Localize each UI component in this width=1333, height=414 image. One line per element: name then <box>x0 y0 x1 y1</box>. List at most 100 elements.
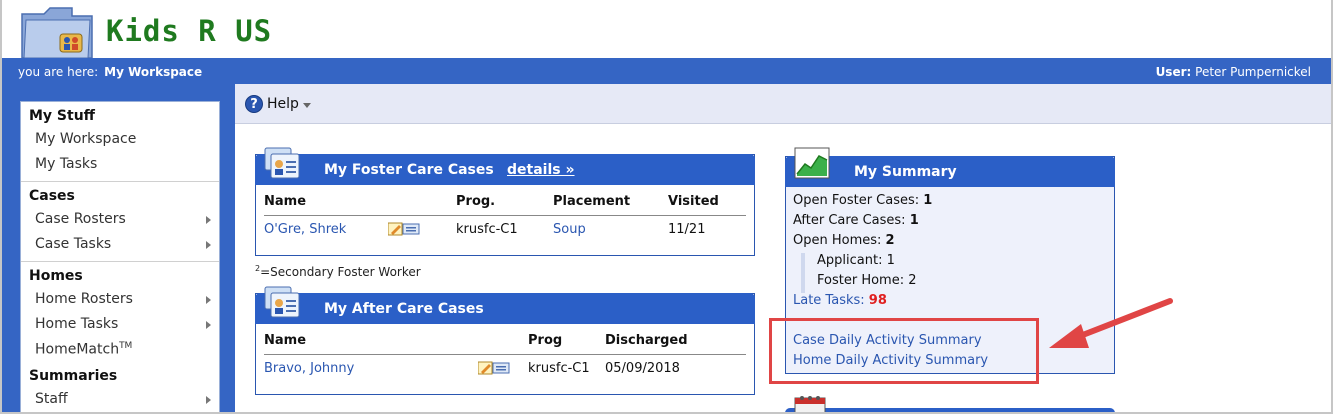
case-cards-icon <box>264 147 300 179</box>
edit-contact-icons[interactable] <box>387 222 420 236</box>
after-care-label: After Care Cases: <box>793 213 906 228</box>
sidebar-item-label: My Workspace <box>35 131 137 147</box>
chevron-down-icon <box>302 102 311 108</box>
sidebar-item-label: Home Tasks <box>35 316 119 332</box>
column-header: Placement <box>553 193 668 216</box>
column-header: Discharged <box>605 332 746 355</box>
column-header: Visited <box>668 193 746 216</box>
applicant-label: Applicant: <box>817 253 883 268</box>
column-header: Prog. <box>456 193 553 216</box>
after-care-count: 1 <box>909 213 919 228</box>
open-homes-label: Open Homes: <box>793 233 882 248</box>
app-header: Kids R US <box>2 0 1331 58</box>
details-link[interactable]: details » <box>507 162 575 178</box>
app-title: Kids R US <box>106 14 273 48</box>
applicant-count: 1 <box>886 253 895 268</box>
homes-breakdown: Applicant: 1 Foster Home: 2 <box>801 253 1107 293</box>
sidebar-item-label: Staff <box>35 391 68 407</box>
panel-title: My After Care Cases <box>324 301 484 317</box>
breadcrumb: you are here: My Workspace <box>18 65 202 79</box>
sidebar-nav: My Stuff My Workspace My Tasks Cases Cas… <box>20 101 220 412</box>
sidebar-item-label: Home Rosters <box>35 291 133 307</box>
help-label: Help <box>267 96 299 112</box>
chart-icon <box>794 147 830 179</box>
after-care-table: Name Prog Discharged Bravo, Johnny krusf… <box>264 332 746 380</box>
open-homes-count: 2 <box>885 233 895 248</box>
sidebar-item-label: HomeMatch <box>35 341 120 358</box>
sidebar-item-case-tasks[interactable]: Case Tasks <box>21 232 219 257</box>
chevron-right-icon <box>206 396 211 404</box>
toolbar: ? Help <box>235 84 1331 124</box>
column-header: Name <box>264 332 528 355</box>
next-panel-header <box>785 396 1115 412</box>
nav-heading: Summaries <box>29 368 118 384</box>
case-name-link[interactable]: O'Gre, Shrek <box>264 222 346 237</box>
table-header-row: Name Prog Discharged <box>264 332 746 355</box>
panel-header: My Foster Care Cases details » <box>255 147 755 185</box>
applicant-line: Applicant: 1 <box>817 253 1107 273</box>
edit-contact-icons[interactable] <box>477 361 510 375</box>
panel-header: My After Care Cases <box>255 286 755 324</box>
case-name-link[interactable]: Bravo, Johnny <box>264 361 354 376</box>
foster-home-count: 2 <box>908 273 917 288</box>
foster-home-label: Foster Home: <box>817 273 905 288</box>
breadcrumb-current[interactable]: My Workspace <box>104 65 202 79</box>
main-content: ? Help My Foster Care Cases details » Na… <box>235 84 1331 412</box>
name-cell: O'Gre, Shrek <box>264 215 456 241</box>
pencil-card-icon <box>477 361 510 375</box>
help-icon: ? <box>245 95 263 113</box>
after-care-panel: My After Care Cases Name Prog Discharged… <box>255 286 755 395</box>
footnote-text: =Secondary Foster Worker <box>260 265 421 279</box>
sidebar-item-home-tasks[interactable]: Home Tasks <box>21 312 219 337</box>
table-row: O'Gre, Shrek krusfc-C1 Soup 11/21 <box>264 215 746 241</box>
highlight-box <box>769 318 1039 384</box>
nav-group-summaries: Summaries Staff <box>21 366 219 412</box>
sidebar-item-homematch[interactable]: HomeMatchTM <box>21 337 219 362</box>
folder-logo-icon <box>21 7 93 58</box>
footnote: 2=Secondary Foster Worker <box>255 264 421 279</box>
nav-group-homes: Homes Home Rosters Home Tasks HomeMatchT… <box>21 262 219 366</box>
sidebar-area: My Stuff My Workspace My Tasks Cases Cas… <box>2 84 235 412</box>
prog-cell: krusfc-C1 <box>528 360 590 376</box>
nav-group-my-stuff: My Stuff My Workspace My Tasks <box>21 102 219 182</box>
sidebar-item-staff[interactable]: Staff <box>21 387 219 412</box>
placement-cell: Soup <box>553 215 668 241</box>
chevron-right-icon <box>206 296 211 304</box>
chevron-right-icon <box>206 321 211 329</box>
discharged-cell: 05/09/2018 <box>605 360 680 376</box>
after-care-line: After Care Cases: 1 <box>793 213 1107 233</box>
you-are-here-label: you are here: <box>18 65 99 79</box>
open-foster-label: Open Foster Cases: <box>793 193 920 208</box>
nav-heading: Cases <box>29 188 75 204</box>
sidebar-item-label: Case Rosters <box>35 211 126 227</box>
open-foster-line: Open Foster Cases: 1 <box>793 193 1107 213</box>
help-menu-button[interactable]: ? Help <box>245 95 311 113</box>
sidebar-item-case-rosters[interactable]: Case Rosters <box>21 207 219 232</box>
panel-title: My Foster Care Cases <box>324 162 494 178</box>
prog-cell: krusfc-C1 <box>456 221 518 237</box>
nav-group-cases: Cases Case Rosters Case Tasks <box>21 182 219 262</box>
placement-link[interactable]: Soup <box>553 222 586 237</box>
sidebar-item-my-workspace[interactable]: My Workspace <box>21 127 219 152</box>
table-row: Bravo, Johnny krusfc-C1 05/09/2018 <box>264 354 746 380</box>
user-name[interactable]: Peter Pumpernickel <box>1195 65 1311 79</box>
pencil-card-icon <box>387 222 420 236</box>
table-header-row: Name Prog. Placement Visited <box>264 193 746 216</box>
foster-home-line: Foster Home: 2 <box>817 273 1107 293</box>
column-header: Name <box>264 193 456 216</box>
calendar-icon <box>794 396 826 412</box>
nav-heading: My Stuff <box>29 108 96 124</box>
nav-heading: Homes <box>29 268 83 284</box>
user-label: User: <box>1155 65 1192 79</box>
sidebar-item-label: My Tasks <box>35 156 98 172</box>
panel-header: My Summary <box>785 147 1115 187</box>
panel-title: My Summary <box>854 164 957 180</box>
foster-care-panel: My Foster Care Cases details » Name Prog… <box>255 147 755 256</box>
sidebar-item-my-tasks[interactable]: My Tasks <box>21 152 219 177</box>
name-cell: Bravo, Johnny <box>264 354 528 380</box>
user-info: User: Peter Pumpernickel <box>1156 65 1311 79</box>
chevron-right-icon <box>206 241 211 249</box>
arrow-pointer-icon <box>1049 298 1173 348</box>
sidebar-item-home-rosters[interactable]: Home Rosters <box>21 287 219 312</box>
case-cards-icon <box>264 286 300 318</box>
